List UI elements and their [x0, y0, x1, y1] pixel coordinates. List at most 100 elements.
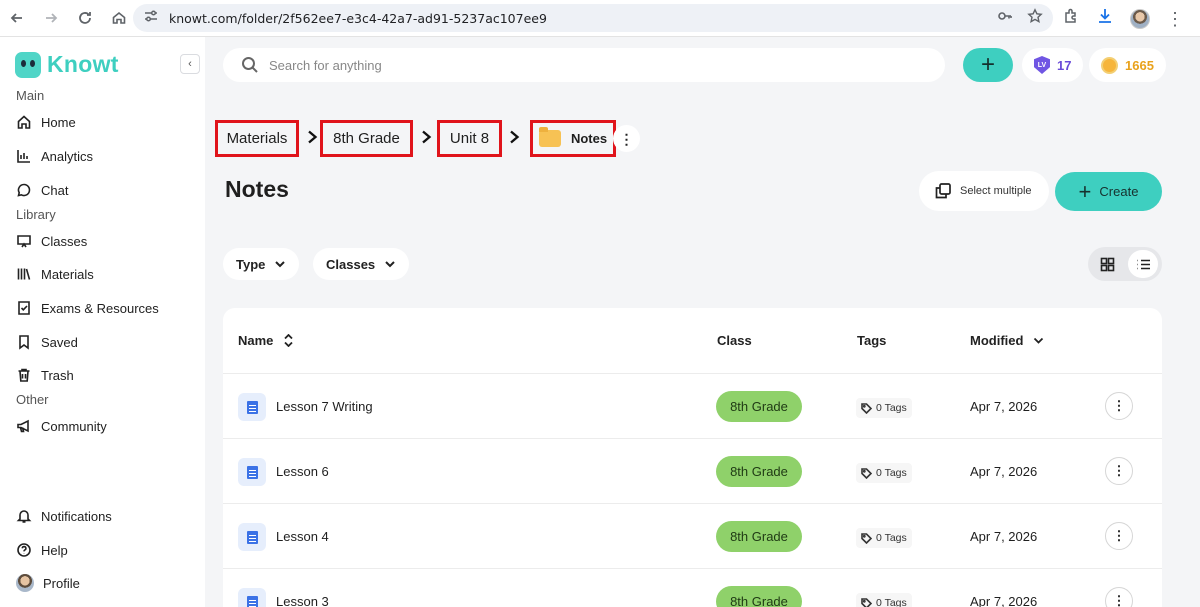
materials-icon	[17, 268, 31, 280]
header-label: Class	[717, 333, 752, 348]
header-label: Name	[238, 333, 274, 348]
filter-label: Classes	[326, 256, 376, 272]
folder-options-button[interactable]: ⋮	[613, 125, 640, 152]
url-text[interactable]: knowt.com/folder/2f562ee7-e3c4-42a7-ad91…	[169, 11, 547, 26]
table-row[interactable]: Lesson 3 8th Grade 0 Tags Apr 7, 2026 ⋮	[223, 568, 1162, 607]
level-shield-icon: LV	[1034, 56, 1050, 74]
downloads-icon[interactable]	[1096, 7, 1114, 30]
section-library: Library	[16, 207, 56, 222]
coins-indicator[interactable]: 1665	[1089, 48, 1166, 82]
row-options-button[interactable]: ⋮	[1105, 522, 1133, 550]
exams-icon	[18, 301, 30, 315]
table-row[interactable]: Lesson 6 8th Grade 0 Tags Apr 7, 2026 ⋮	[223, 438, 1162, 503]
back-icon[interactable]	[0, 0, 34, 37]
tags-badge[interactable]: 0 Tags	[856, 528, 912, 548]
address-bar[interactable]: knowt.com/folder/2f562ee7-e3c4-42a7-ad91…	[133, 4, 1053, 32]
sidebar-item-saved[interactable]: Saved	[16, 332, 78, 352]
class-badge[interactable]: 8th Grade	[716, 456, 802, 487]
note-name[interactable]: Lesson 4	[276, 529, 329, 544]
breadcrumb-materials[interactable]: Materials	[215, 120, 299, 157]
sidebar-item-analytics[interactable]: Analytics	[16, 146, 93, 166]
section-other: Other	[16, 392, 49, 407]
tag-icon	[861, 467, 872, 479]
sidebar-item-classes[interactable]: Classes	[16, 231, 87, 251]
column-header-tags: Tags	[857, 333, 886, 348]
forward-icon[interactable]	[34, 0, 68, 37]
bookmark-icon	[19, 335, 29, 350]
chevron-right-icon	[508, 130, 521, 149]
more-vertical-icon: ⋮	[1112, 528, 1126, 543]
row-options-button[interactable]: ⋮	[1105, 587, 1133, 607]
sidebar-item-label: Materials	[41, 266, 94, 282]
trash-icon	[18, 368, 30, 382]
plus-icon: +	[1078, 178, 1092, 204]
column-header-name[interactable]: Name	[238, 333, 294, 348]
sidebar-item-label: Classes	[41, 233, 88, 249]
search-input[interactable]: Search for anything	[223, 48, 945, 82]
sidebar-item-help[interactable]: Help	[16, 540, 68, 560]
tags-badge[interactable]: 0 Tags	[856, 398, 912, 418]
select-multiple-button[interactable]: Select multiple	[919, 171, 1049, 211]
column-header-modified[interactable]: Modified	[970, 333, 1044, 348]
sidebar-item-trash[interactable]: Trash	[16, 365, 74, 385]
breadcrumb-unit-8[interactable]: Unit 8	[437, 120, 502, 157]
more-icon[interactable]: ⋮	[1166, 10, 1184, 28]
more-vertical-icon: ⋮	[1112, 398, 1126, 413]
bookmark-star-icon[interactable]	[1027, 7, 1043, 29]
tags-badge[interactable]: 0 Tags	[856, 593, 912, 607]
breadcrumb-label: Notes	[570, 131, 608, 146]
class-badge[interactable]: 8th Grade	[716, 391, 802, 422]
reload-icon[interactable]	[68, 0, 102, 37]
sidebar-item-home[interactable]: Home	[16, 112, 76, 132]
level-value: 17	[1057, 57, 1072, 73]
create-label: Create	[1099, 184, 1139, 199]
note-name[interactable]: Lesson 7 Writing	[276, 399, 373, 414]
home-icon[interactable]	[102, 0, 136, 37]
password-key-icon[interactable]	[997, 8, 1013, 29]
create-button[interactable]: + Create	[1055, 172, 1162, 211]
row-options-button[interactable]: ⋮	[1105, 392, 1133, 420]
sort-icon	[284, 334, 294, 347]
sidebar-item-label: Exams & Resources	[41, 300, 159, 316]
chat-icon	[17, 183, 31, 197]
sidebar-item-label: Analytics	[41, 148, 94, 164]
note-name[interactable]: Lesson 6	[276, 464, 329, 479]
profile-avatar[interactable]	[1130, 8, 1150, 29]
type-filter-dropdown[interactable]: Type	[223, 248, 300, 280]
grid-view-button[interactable]	[1092, 250, 1122, 278]
sidebar-item-materials[interactable]: Materials	[16, 264, 94, 284]
document-icon	[238, 523, 266, 551]
header-label: Modified	[970, 333, 1024, 348]
list-view-button[interactable]	[1128, 250, 1158, 278]
main-content: Search for anything + LV 17 1665 Materia…	[205, 37, 1200, 607]
sidebar-item-label: Help	[41, 542, 68, 558]
breadcrumb-8th-grade[interactable]: 8th Grade	[320, 120, 413, 157]
breadcrumb-notes[interactable]: Notes	[530, 120, 616, 157]
tags-badge[interactable]: 0 Tags	[856, 463, 912, 483]
sidebar-item-community[interactable]: Community	[16, 416, 107, 436]
sidebar-item-profile[interactable]: Profile	[16, 573, 80, 593]
row-options-button[interactable]: ⋮	[1105, 457, 1133, 485]
class-badge[interactable]: 8th Grade	[716, 586, 802, 607]
table-row[interactable]: Lesson 4 8th Grade 0 Tags Apr 7, 2026 ⋮	[223, 503, 1162, 568]
classes-filter-dropdown[interactable]: Classes	[313, 248, 410, 280]
sidebar-item-chat[interactable]: Chat	[16, 180, 68, 200]
knowt-logo[interactable]: Knowt	[15, 51, 119, 78]
site-settings-icon[interactable]	[143, 8, 159, 29]
megaphone-icon	[17, 419, 29, 433]
level-indicator[interactable]: LV 17	[1022, 48, 1084, 82]
note-name[interactable]: Lesson 3	[276, 594, 329, 607]
section-main: Main	[16, 88, 45, 103]
class-badge[interactable]: 8th Grade	[716, 521, 802, 552]
copy-select-icon	[935, 183, 951, 199]
add-button[interactable]: +	[963, 48, 1013, 82]
tag-icon	[861, 532, 872, 544]
table-row[interactable]: Lesson 7 Writing 8th Grade 0 Tags Apr 7,…	[223, 373, 1162, 438]
sidebar-item-notifications[interactable]: Notifications	[16, 506, 112, 526]
sidebar-item-exams-resources[interactable]: Exams & Resources	[16, 298, 159, 318]
sidebar-item-label: Profile	[43, 575, 80, 591]
modified-date: Apr 7, 2026	[970, 464, 1038, 479]
collapse-sidebar-button[interactable]: ‹	[180, 54, 200, 74]
extensions-icon[interactable]	[1062, 7, 1080, 30]
knowt-logo-icon	[15, 51, 41, 78]
